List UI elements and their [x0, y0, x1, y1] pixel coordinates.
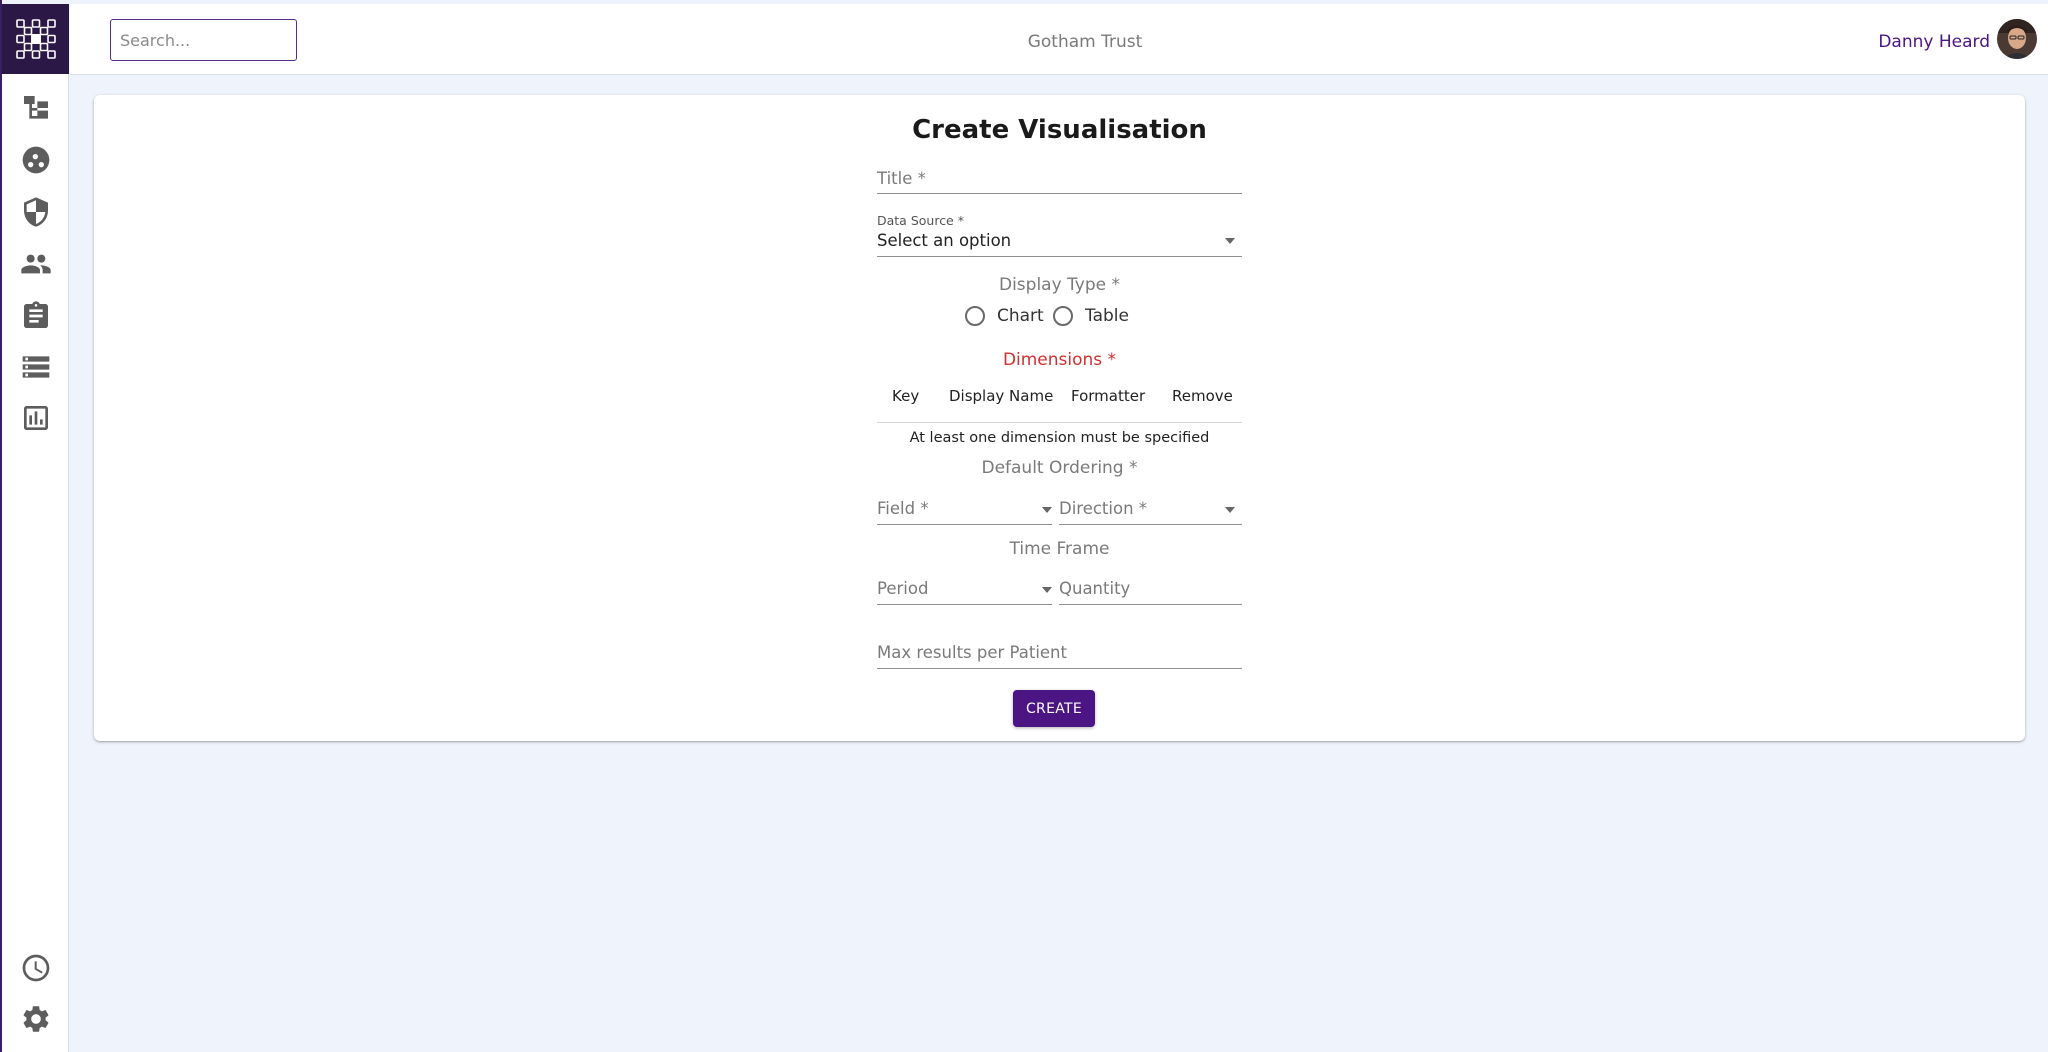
- chart-radio[interactable]: [965, 306, 985, 326]
- dimensions-table-header: Key Display Name Formatter Remove: [877, 380, 1242, 423]
- column-key: Key: [892, 387, 920, 405]
- data-source-value: Select an option: [877, 231, 1012, 250]
- title-field-label: Title *: [877, 169, 926, 188]
- display-type-label: Display Type *: [998, 275, 1121, 295]
- ordering-field-label: Field *: [877, 499, 929, 518]
- organisation-name: Gotham Trust: [1027, 32, 1143, 52]
- user-photo: [1997, 19, 2037, 59]
- page-title: Create Visualisation: [912, 115, 1207, 145]
- sidebar-item-security[interactable]: [2, 190, 69, 234]
- column-formatter: Formatter: [1071, 387, 1146, 405]
- table-radio-label[interactable]: Table: [1085, 306, 1129, 326]
- dimensions-label: Dimensions *: [1002, 350, 1117, 370]
- column-display-name: Display Name: [949, 387, 1054, 405]
- chevron-down-icon: [1042, 587, 1052, 593]
- chevron-down-icon: [1225, 507, 1235, 513]
- max-results-label: Max results per Patient: [877, 643, 1067, 662]
- avatar[interactable]: [1997, 19, 2037, 59]
- period-label: Period: [877, 579, 929, 598]
- sidebar: [2, 4, 69, 1052]
- groups-circle-icon: [22, 146, 49, 174]
- logo-icon: [15, 19, 56, 59]
- column-remove: Remove: [1172, 387, 1233, 405]
- time-frame-label: Time Frame: [1009, 539, 1110, 559]
- create-visualisation-card: Create Visualisation Title * Data Source…: [94, 95, 2025, 741]
- sidebar-item-groups[interactable]: [2, 138, 69, 182]
- ordering-direction-label: Direction *: [1059, 499, 1148, 518]
- create-button[interactable]: CREATE: [1013, 690, 1095, 727]
- gear-icon: [23, 1006, 48, 1032]
- sidebar-item-settings[interactable]: [2, 997, 69, 1041]
- hierarchy-icon: [23, 96, 48, 119]
- max-results-field[interactable]: Max results per Patient: [877, 643, 1242, 669]
- period-select[interactable]: Period: [877, 579, 1052, 605]
- default-ordering-label: Default Ordering *: [981, 458, 1138, 478]
- quantity-label: Quantity: [1059, 579, 1131, 598]
- sidebar-item-lists[interactable]: [2, 345, 69, 389]
- data-source-label: Data Source *: [877, 213, 964, 228]
- quantity-field[interactable]: Quantity: [1059, 579, 1242, 605]
- ordering-field-select[interactable]: Field *: [877, 499, 1052, 525]
- data-source-select[interactable]: Data Source * Select an option: [877, 213, 1242, 257]
- people-icon: [20, 254, 51, 274]
- shield-icon: [23, 197, 48, 227]
- sidebar-item-people[interactable]: [2, 242, 69, 286]
- bar-chart-icon: [23, 406, 48, 430]
- clock-icon: [22, 954, 49, 982]
- title-field[interactable]: Title *: [877, 169, 1242, 194]
- search-input[interactable]: [110, 19, 297, 61]
- list-icon: [22, 356, 49, 378]
- chart-radio-label[interactable]: Chart: [997, 306, 1044, 326]
- chevron-down-icon: [1225, 238, 1235, 244]
- sidebar-item-hierarchy[interactable]: [2, 86, 69, 130]
- sidebar-item-history[interactable]: [2, 946, 69, 990]
- chevron-down-icon: [1042, 507, 1052, 513]
- display-type-radio-group: Chart Table: [877, 304, 1242, 328]
- ordering-direction-select[interactable]: Direction *: [1059, 499, 1242, 525]
- sidebar-item-tasks[interactable]: [2, 294, 69, 338]
- dimensions-empty-message: At least one dimension must be specified: [909, 430, 1210, 446]
- top-bar: Gotham Trust Danny Heard: [70, 4, 2048, 75]
- clipboard-icon: [23, 301, 48, 328]
- app-logo[interactable]: [2, 4, 69, 74]
- sidebar-item-reports[interactable]: [2, 396, 69, 440]
- table-radio[interactable]: [1053, 306, 1073, 326]
- user-name-link[interactable]: Danny Heard: [1878, 32, 1990, 52]
